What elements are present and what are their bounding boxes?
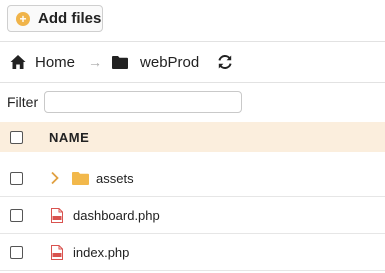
file-manager: + Add files Home → webProd Filter NAME a… <box>0 0 385 273</box>
divider <box>0 82 385 83</box>
php-file-icon <box>51 244 63 260</box>
row-name[interactable]: index.php <box>73 245 129 260</box>
filter-row: Filter <box>7 90 243 114</box>
arrow-right-icon: → <box>88 54 103 70</box>
php-file-icon <box>51 207 63 223</box>
folder-icon <box>72 172 89 185</box>
refresh-icon[interactable] <box>217 54 233 70</box>
breadcrumb-home[interactable]: Home <box>35 54 75 71</box>
plus-circle-icon: + <box>16 11 30 26</box>
divider <box>0 41 385 42</box>
filter-label: Filter <box>7 94 39 110</box>
row-name[interactable]: assets <box>96 171 134 186</box>
folder-icon <box>112 56 129 69</box>
filter-input[interactable] <box>44 91 243 113</box>
home-icon[interactable] <box>10 54 26 70</box>
add-files-button[interactable]: + Add files <box>7 5 103 32</box>
breadcrumb: Home → webProd <box>10 52 233 72</box>
table-row[interactable]: index.php <box>0 234 385 271</box>
table-header: NAME <box>0 122 385 152</box>
add-files-label: Add files <box>38 10 102 27</box>
row-checkbox[interactable] <box>10 208 23 222</box>
row-checkbox[interactable] <box>10 245 23 259</box>
row-name[interactable]: dashboard.php <box>73 208 160 223</box>
select-all-checkbox[interactable] <box>10 130 23 144</box>
table-row[interactable]: dashboard.php <box>0 197 385 234</box>
breadcrumb-current-folder: webProd <box>140 53 200 71</box>
column-header-name[interactable]: NAME <box>49 130 89 145</box>
row-checkbox[interactable] <box>10 171 23 185</box>
chevron-right-icon[interactable] <box>50 171 60 185</box>
table-row[interactable]: assets <box>0 160 385 197</box>
